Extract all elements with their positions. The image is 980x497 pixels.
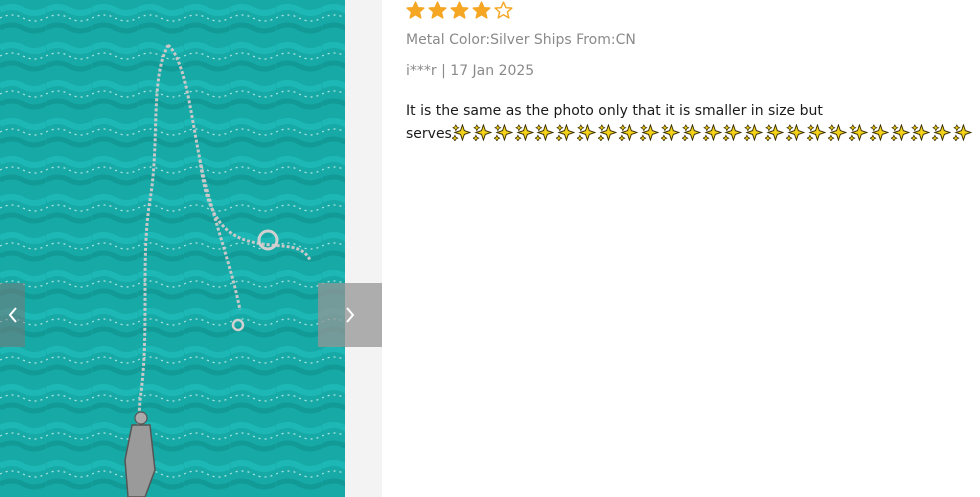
sparkles-icon <box>911 124 931 141</box>
sparkles-icon <box>744 124 764 141</box>
sparkles-icon <box>535 124 555 141</box>
author-name: i***r <box>406 63 437 79</box>
sparkles-icon <box>556 124 576 141</box>
sparkles-icon <box>869 124 889 141</box>
sparkles-icon <box>807 124 826 141</box>
star-filled-icon <box>428 1 447 19</box>
star-filled-icon <box>472 1 491 19</box>
sparkles-icon <box>890 124 910 141</box>
sparkles-icon <box>618 124 638 141</box>
review-author-date: i***r | 17 Jan 2025 <box>406 63 534 79</box>
review-text-word: serves <box>406 126 452 142</box>
sparkles-icon <box>451 124 471 141</box>
sparkle-emoji-row <box>451 124 974 142</box>
review-text: It is the same as the photo only that it… <box>406 100 976 146</box>
sparkles-icon <box>827 124 847 141</box>
meta-separator: | <box>441 63 446 79</box>
sparkles-icon <box>765 124 785 141</box>
sparkles-icon <box>681 124 701 141</box>
chevron-right-icon <box>346 307 355 323</box>
star-filled-icon <box>406 1 425 19</box>
review-photo-gallery <box>0 0 382 497</box>
star-filled-icon <box>450 1 469 19</box>
sparkles-icon <box>598 124 618 141</box>
sparkles-icon <box>953 124 973 141</box>
review-text-line-1: It is the same as the photo only that it… <box>406 103 823 119</box>
chevron-left-icon <box>8 307 17 323</box>
sparkles-icon <box>848 124 868 141</box>
sparkles-icon <box>660 124 680 141</box>
review-date: 17 Jan 2025 <box>450 63 535 79</box>
star-rating <box>406 1 513 20</box>
necklace-photo-graphic <box>0 0 345 497</box>
sparkles-icon <box>577 124 597 141</box>
star-empty-icon <box>494 1 513 19</box>
review-text-line-2: serves <box>406 123 976 146</box>
sparkles-icon <box>639 124 659 141</box>
sparkles-icon <box>786 124 806 141</box>
sparkles-icon <box>932 124 952 141</box>
sparkles-icon <box>514 124 534 141</box>
previous-photo-button[interactable] <box>0 283 25 347</box>
product-variant: Metal Color:Silver Ships From:CN <box>406 32 636 48</box>
sparkles-icon <box>472 124 492 141</box>
review-photo[interactable] <box>0 0 345 497</box>
sparkles-icon <box>723 124 743 141</box>
sparkles-icon <box>702 124 722 141</box>
sparkles-icon <box>493 124 513 141</box>
next-photo-button[interactable] <box>318 283 382 347</box>
